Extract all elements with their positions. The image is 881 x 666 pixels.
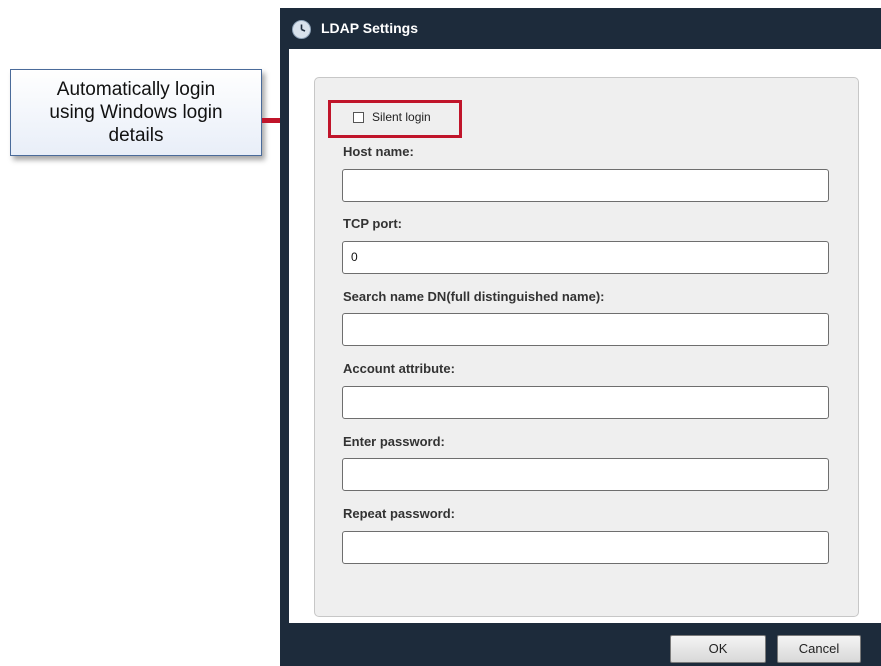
cancel-button[interactable]: Cancel bbox=[777, 635, 861, 663]
clock-icon bbox=[292, 20, 311, 39]
tcp-port-label: TCP port: bbox=[343, 216, 402, 231]
ok-button[interactable]: OK bbox=[670, 635, 766, 663]
enter-password-label: Enter password: bbox=[343, 434, 445, 449]
settings-panel: Silent login Host name: TCP port: 0 Sear… bbox=[314, 77, 859, 617]
search-name-dn-input[interactable] bbox=[342, 313, 829, 346]
enter-password-input[interactable] bbox=[342, 458, 829, 491]
annotation-highlight-box bbox=[328, 100, 462, 138]
annotation-callout: Automatically login using Windows login … bbox=[10, 69, 262, 156]
account-attribute-input[interactable] bbox=[342, 386, 829, 419]
dialog-footer: OK Cancel bbox=[289, 623, 881, 666]
search-name-dn-label: Search name DN(full distinguished name): bbox=[343, 289, 605, 304]
callout-text: Automatically login using Windows login … bbox=[49, 79, 223, 146]
host-name-label: Host name: bbox=[343, 144, 414, 159]
host-name-input[interactable] bbox=[342, 169, 829, 202]
account-attribute-label: Account attribute: bbox=[343, 361, 455, 376]
dialog-title: LDAP Settings bbox=[321, 20, 418, 36]
title-bar[interactable]: LDAP Settings bbox=[289, 8, 881, 49]
tcp-port-input[interactable]: 0 bbox=[342, 241, 829, 274]
repeat-password-input[interactable] bbox=[342, 531, 829, 564]
repeat-password-label: Repeat password: bbox=[343, 506, 455, 521]
